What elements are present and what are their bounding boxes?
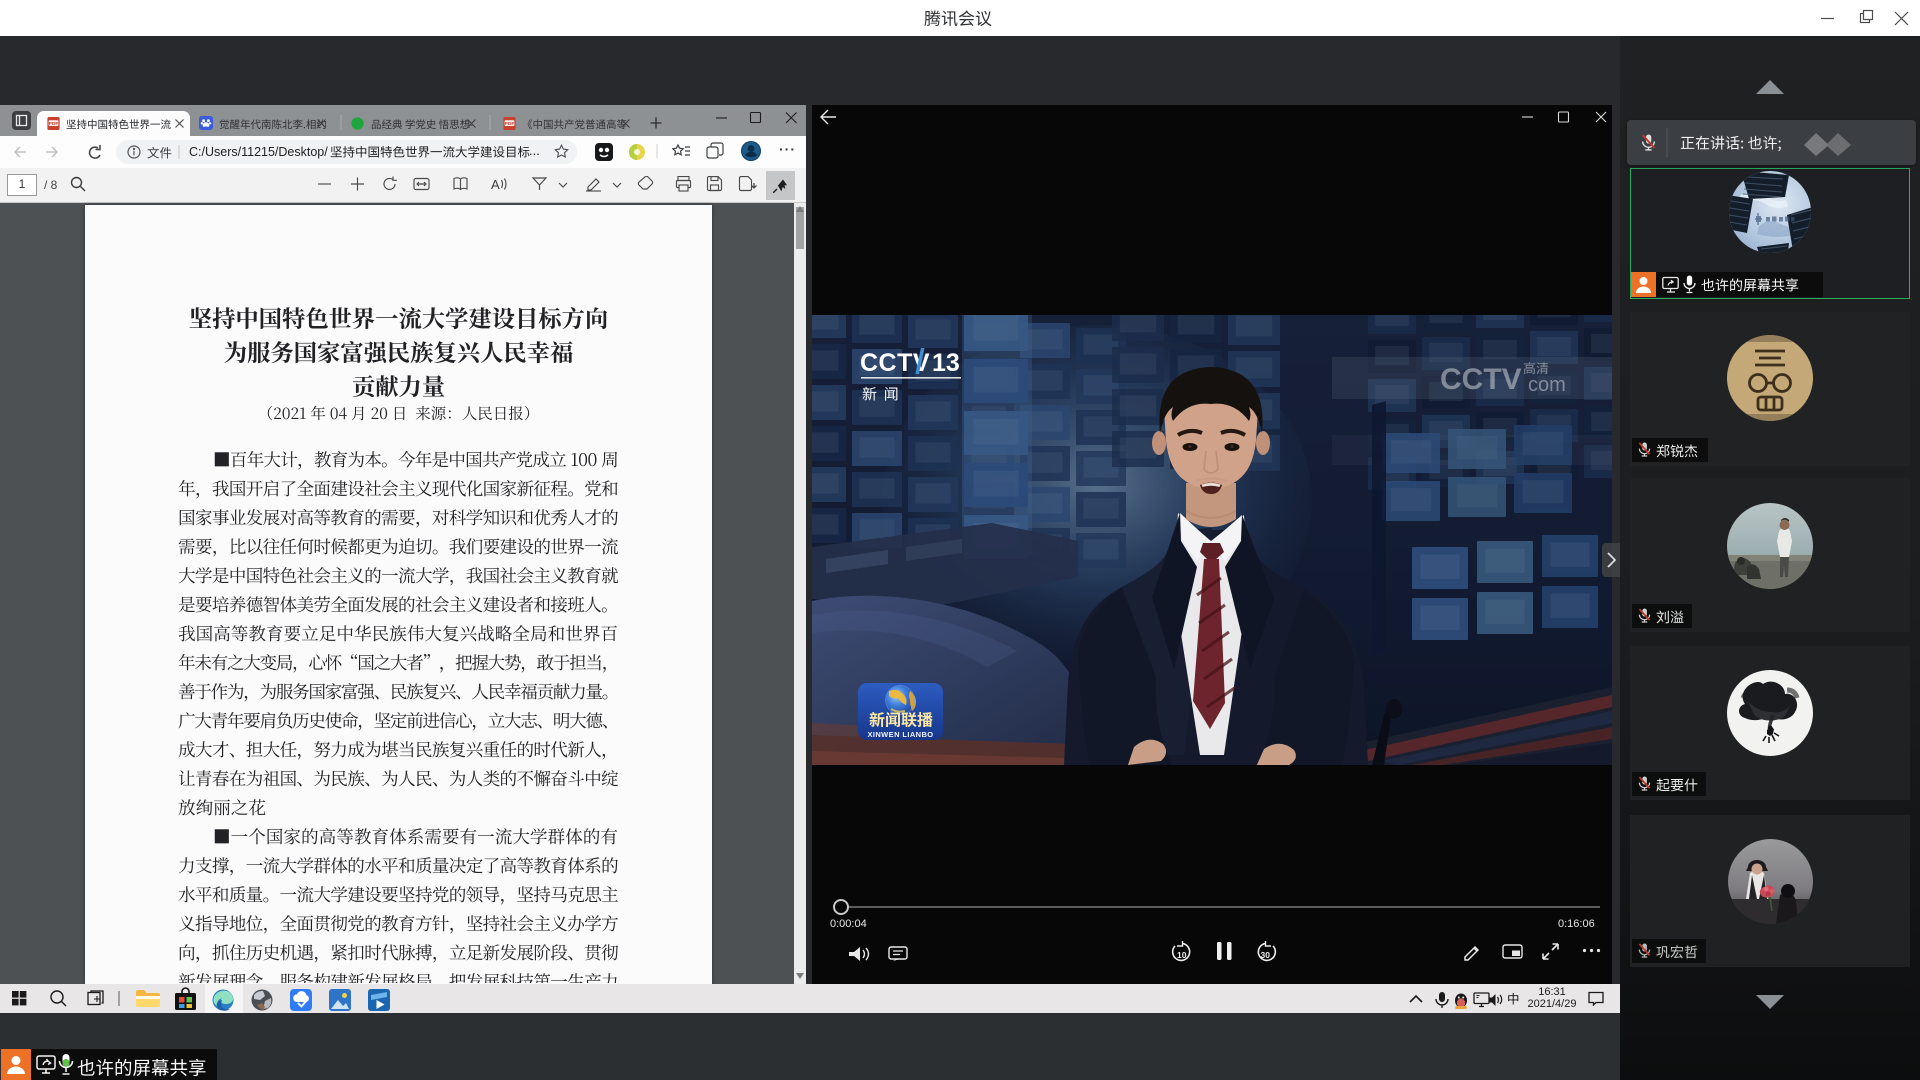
svg-text:CCTV: CCTV [1440, 363, 1522, 396]
svg-text:10: 10 [1177, 950, 1187, 960]
svg-text:30: 30 [1261, 950, 1271, 960]
svg-text:A: A [491, 177, 500, 192]
svg-text:com: com [1528, 374, 1566, 396]
svg-text:PDF: PDF [49, 121, 59, 127]
svg-text:PDF: PDF [505, 121, 515, 127]
svg-text:13: 13 [932, 349, 960, 377]
